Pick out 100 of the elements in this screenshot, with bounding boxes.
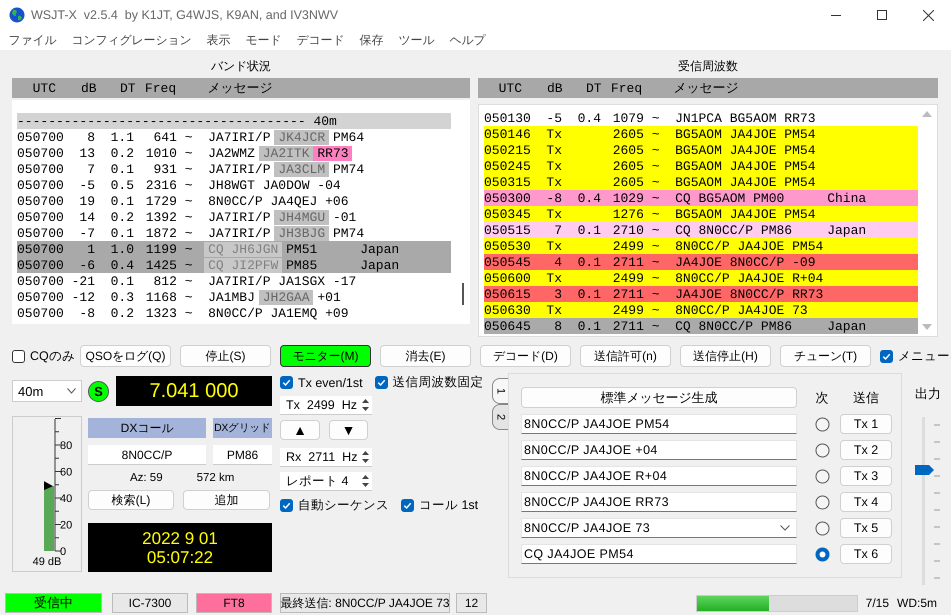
send-button[interactable]: Tx 5 [840, 518, 892, 538]
checkbox-label: コール 1st [419, 497, 478, 514]
toolbar-button[interactable]: QSOをログ(Q) [80, 345, 171, 367]
table-cell-text: Tx [545, 238, 562, 254]
send-button[interactable]: Tx 3 [840, 466, 892, 486]
menu-item[interactable]: ファイル [1, 32, 64, 48]
radio-button[interactable] [814, 546, 830, 562]
checkbox[interactable] [374, 376, 388, 389]
status-indicator: 受信中 [5, 593, 102, 613]
toolbar-button[interactable]: デコード(D) [480, 345, 571, 367]
table-cell-text: 1168 [144, 290, 177, 304]
table-cell-text: BG5AOM JA4JOE PM54 [675, 206, 817, 222]
radio-button[interactable] [814, 494, 830, 510]
table-cell-text: -8 [78, 306, 95, 320]
maximize-icon[interactable] [877, 10, 887, 20]
table-cell-text: JH8WGT JA0DOW -04 [208, 178, 342, 192]
table-cell-text: 8N0CC/P JA4JOE 73 [675, 302, 809, 318]
send-button[interactable]: Tx 6 [840, 544, 892, 564]
generate-button[interactable]: 標準メッセージ生成 [521, 387, 797, 408]
table-cell-text: 0.2 [110, 306, 134, 320]
input-field[interactable]: 8N0CC/P JA4JOE RR73 [521, 492, 797, 512]
table-cell-text: 7 [86, 162, 95, 176]
toolbar-button[interactable]: チューン(T) [780, 345, 871, 367]
send-button[interactable]: Tx 2 [840, 440, 892, 460]
table-cell-text: 2499 [612, 270, 644, 286]
close-icon[interactable] [922, 10, 934, 20]
spin-box[interactable]: Rx 2711 Hz [280, 448, 372, 467]
table-cell-text: 4 [553, 254, 562, 270]
down-button[interactable]: ▼ [329, 420, 368, 440]
table-cell: 050700 [17, 162, 64, 176]
toolbar-button[interactable]: モニター(M) [280, 345, 371, 367]
column-header: UTC [498, 80, 522, 96]
menu-item[interactable]: 表示 [199, 32, 238, 48]
menu-item[interactable]: ヘルプ [442, 32, 493, 48]
checkbox-label: 送信周波数固定 [392, 374, 484, 391]
send-button[interactable]: Tx 4 [840, 492, 892, 512]
table-cell-text: 2499 [612, 302, 644, 318]
checkbox[interactable] [401, 499, 414, 512]
column-header: 次 [814, 388, 830, 406]
table-cell: 050600 [484, 270, 531, 286]
radio-button[interactable] [814, 416, 830, 432]
input-field[interactable]: 8N0CC/P JA4JOE PM54 [521, 414, 797, 434]
column-header: Freq [144, 80, 176, 96]
checkbox[interactable] [880, 350, 893, 362]
output-slider[interactable] [915, 417, 942, 585]
input-field[interactable]: 8N0CC/P [88, 445, 206, 465]
spin-box[interactable]: Tx 2499 Hz [280, 396, 372, 415]
table-cell: 050700 [17, 274, 64, 288]
menu-item[interactable]: モード [238, 32, 289, 48]
input-field[interactable]: 8N0CC/P JA4JOE +04 [521, 440, 797, 460]
checkbox[interactable] [280, 376, 293, 389]
spin-box[interactable]: レポート 4 [280, 472, 372, 491]
tick-label: 0 [60, 546, 66, 555]
toolbar-button[interactable]: 送信停止(H) [680, 345, 771, 367]
menu-item[interactable]: 保存 [352, 32, 391, 48]
message-dropdown[interactable]: 8N0CC/P JA4JOE 73 [521, 518, 797, 538]
menu-item[interactable]: ツール [391, 32, 442, 48]
radio-button[interactable] [814, 442, 830, 458]
band-dropdown[interactable]: 40m [12, 380, 82, 402]
table-cell-text: 2711 [612, 254, 644, 270]
column-header: メッセージ [207, 80, 272, 97]
table-cell-text: -8 [545, 190, 562, 206]
table-cell-text: 13 [78, 146, 95, 160]
table-cell: 050345 [484, 206, 531, 222]
column-header: UTC [32, 80, 56, 96]
slider-thumb[interactable] [915, 464, 934, 475]
table-cell: ~ [652, 190, 660, 206]
pane-title: 受信周波数 [677, 58, 739, 75]
toolbar-button[interactable]: 停止(S) [180, 345, 271, 367]
toolbar-button[interactable]: 送信許可(n) [580, 345, 671, 367]
toolbar-button[interactable]: 消去(E) [380, 345, 471, 367]
table-cell-text: JA4JOE 8N0CC/P -09 [675, 254, 817, 270]
up-button[interactable]: ▲ [280, 420, 320, 440]
menu-item[interactable]: コンフィグレーション [64, 32, 199, 48]
send-button[interactable]: Tx 1 [840, 414, 892, 434]
table-cell-text: 2711 [612, 286, 644, 302]
tab[interactable]: 1 [492, 378, 508, 404]
last-transmitted-text: 最終送信: 8N0CC/P JA4JOE 73 [280, 593, 450, 613]
table-cell: 050130 [484, 110, 531, 126]
spin-arrows-icon [361, 450, 370, 464]
azimuth-text: Az: 59 [130, 472, 163, 484]
checkbox-label: メニュー [898, 348, 950, 364]
table-cell: ~ [652, 110, 660, 126]
checkbox[interactable] [280, 499, 293, 512]
add-button[interactable]: 追加 [183, 490, 270, 510]
checkbox-label: Tx even/1st [298, 376, 363, 390]
radio-button[interactable] [814, 468, 830, 484]
table-cell-text: BG5AOM JA4JOE PM54 [675, 142, 817, 158]
table-cell-text: 8N0CC/P JA1EMQ +09 [208, 306, 350, 320]
radio-button[interactable] [814, 520, 830, 536]
lookup-button[interactable]: 検索(L) [88, 490, 174, 510]
checkbox[interactable] [12, 350, 25, 362]
input-field[interactable]: PM86 [213, 445, 272, 465]
input-field[interactable]: CQ JA4JOE PM54 [521, 544, 797, 564]
table-cell-text: 1.0 [110, 242, 134, 256]
tab[interactable]: 2 [492, 404, 508, 430]
table-cell: 050146 [484, 126, 531, 142]
table-cell-text: CQ 8N0CC/P PM86 [675, 222, 794, 238]
menu-item[interactable]: デコード [289, 32, 352, 48]
input-field[interactable]: 8N0CC/P JA4JOE R+04 [521, 466, 797, 486]
